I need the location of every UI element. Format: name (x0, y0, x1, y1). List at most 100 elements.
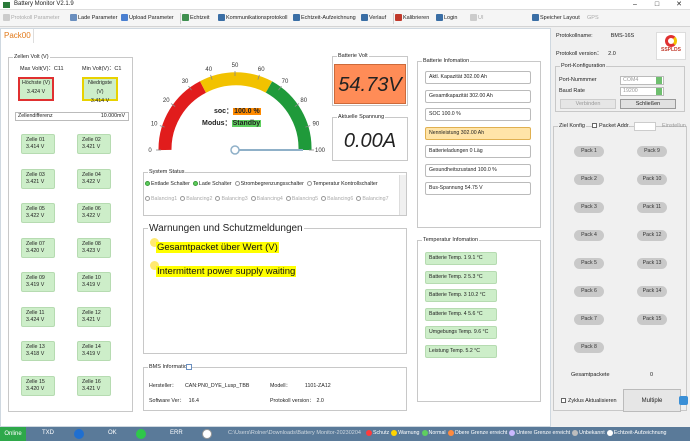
toolbar-upload-parameter[interactable]: Upload Parameter (121, 13, 174, 24)
pack-button[interactable]: Pack 12 (637, 230, 667, 241)
toolbar-gps[interactable]: GPS (587, 13, 599, 24)
cell-button: Zelle 08 3.423 V (77, 237, 111, 258)
status-off-icon (215, 196, 221, 202)
current-value: 0.00A (343, 130, 397, 152)
protocol-version-label: Protokoll version： (556, 51, 603, 57)
software-value: 16.4 (188, 398, 199, 404)
toolbar-echtzeit[interactable]: Echtzeit (182, 13, 210, 24)
baud-rate-label: Baud Rate (559, 88, 585, 94)
status-switch-label: Balancing5 (291, 196, 319, 202)
soc-row: soc：100.0 % (214, 106, 261, 116)
port-number-select[interactable]: COM4 (620, 76, 664, 85)
status-switch-label: Balancing1 (151, 196, 178, 202)
connect-button[interactable]: Verbinden (560, 99, 616, 109)
tab-pack00[interactable]: Pack00 (1, 29, 34, 43)
pack-button[interactable]: Pack 8 (574, 342, 604, 353)
cell-name: Zelle 13 (26, 344, 45, 350)
cell-name: Zelle 01 (26, 137, 45, 143)
calibrate-icon (395, 14, 402, 22)
cell-name: Zelle 10 (82, 275, 101, 281)
multiple-button[interactable]: Multiple (623, 389, 681, 412)
status-switch-label: Entlade Schalter (151, 181, 190, 187)
bms-info-edit-icon[interactable] (186, 364, 192, 370)
pack-button[interactable]: Pack 15 (637, 314, 667, 325)
toolbar-ui[interactable]: UI (470, 13, 484, 24)
cell-value: 3.423 V (82, 247, 101, 254)
current-title: Aktuelle Spannung (337, 114, 386, 120)
temperature-row: Batterie Temp. 1 9.1 °C (425, 252, 497, 265)
settings-button[interactable]: Einstellun (662, 123, 686, 129)
soc-label: soc： (214, 108, 234, 115)
toolbar-login[interactable]: Login (436, 13, 457, 24)
pack-button[interactable]: Pack 6 (574, 286, 604, 297)
pack-button[interactable]: Pack 13 (637, 258, 667, 269)
toolbar: Protokoll Parameter Lade Parameter Uploa… (0, 10, 690, 27)
toolbar-kalibrieren[interactable]: Kalibrieren (395, 13, 429, 24)
window-title: Battery Monitor V2.1.9 (14, 1, 74, 7)
cell-name: Zelle 06 (82, 206, 101, 212)
toolbar-verlauf[interactable]: Verlauf (361, 13, 386, 24)
legend-item: Schutz (366, 430, 389, 436)
modell-value: 1101-ZA12 (304, 383, 331, 389)
toolbar-lade-parameter[interactable]: Lade Parameter (70, 13, 117, 24)
cycle-update-checkbox[interactable]: Zyklus Aktualisieren (561, 398, 617, 404)
min-cell-value: 3.414 V (90, 98, 110, 104)
cell-value: 3.419 V (82, 351, 101, 357)
status-off-icon (180, 196, 186, 202)
ui-icon (470, 14, 477, 22)
status-off-icon (145, 196, 150, 202)
gauge-tick-label: 50 (232, 63, 239, 69)
pack-button[interactable]: Pack 10 (637, 174, 667, 185)
gauge-tick-label: 30 (182, 79, 189, 85)
battery-info-row: Batterieladungen 0 Läg (425, 145, 531, 158)
status-off-icon (321, 196, 327, 202)
pack-button[interactable]: Pack 1 (574, 146, 604, 157)
warning-item: Intermittent power supply waiting (156, 266, 297, 277)
protocol-version-value: 2.0 (608, 51, 616, 57)
cell-button: Zelle 16 3.421 V (77, 375, 111, 396)
pack-button[interactable]: Pack 11 (637, 202, 667, 213)
status-scrollbar[interactable] (399, 175, 406, 215)
bms-info-title: BMS Information (148, 364, 191, 370)
chevron-down-icon (656, 77, 662, 84)
pack-button[interactable]: Pack 14 (637, 286, 667, 297)
cell-difference-label: Zellendifferenz (18, 113, 53, 119)
cell-button: Zelle 01 3.414 V (21, 134, 55, 154)
maximize-button[interactable]: □ (646, 0, 668, 10)
gauge-tick-label: 90 (312, 122, 319, 128)
packet-addr-checkbox[interactable]: Packet Addr. (592, 123, 630, 129)
toolbar-echtzeit-aufzeichnung[interactable]: Echtzeit-Aufzeichnung (293, 13, 356, 24)
close-button[interactable]: ✕ (668, 0, 690, 10)
max-cell-name: Höchste (V) (22, 80, 50, 86)
packet-addr-input[interactable] (634, 122, 656, 131)
gauge-tick-label: 60 (258, 67, 265, 73)
record-icon (293, 14, 300, 22)
modus-label: Modus： (202, 120, 232, 127)
pack-button[interactable]: Pack 3 (574, 202, 604, 213)
toolbar-protokoll-parameter[interactable]: Protokoll Parameter (3, 13, 60, 24)
checkbox-icon (592, 123, 597, 129)
brand-name: SSPLDS (660, 47, 681, 53)
document-icon (70, 14, 77, 22)
voltage-value: 54.73V (334, 64, 406, 104)
pack-button[interactable]: Pack 2 (574, 174, 604, 185)
status-off-icon (234, 181, 240, 187)
toolbar-kommunikationsprotokoll[interactable]: Kommunikationsprotokoll (218, 13, 287, 24)
temperature-title: Temperatur Infomation (422, 237, 480, 243)
close-port-button[interactable]: Schließen (620, 99, 676, 109)
pack-button[interactable]: Pack 5 (574, 258, 604, 269)
scroll-arrow-icon[interactable] (679, 396, 688, 405)
battery-info-row: Bus-Spannung 54.75 V (425, 182, 531, 195)
legend-label: Untere Grenze erreicht (516, 430, 571, 437)
minimize-button[interactable]: – (624, 0, 646, 10)
pack-button[interactable]: Pack 4 (574, 230, 604, 241)
err-label: ERR (170, 430, 183, 436)
pack-button[interactable]: Pack 7 (574, 314, 604, 325)
status-bar: Online TXD OK ERR C:\Users\Rolner\Downlo… (0, 427, 690, 441)
cell-voltage-title: Zellen Volt (V) (13, 54, 50, 60)
cell-name: Zelle 11 (26, 309, 45, 316)
pack-button[interactable]: Pack 9 (637, 146, 667, 157)
toolbar-speicher-layout[interactable]: Speicher Layout (532, 13, 580, 24)
txd-indicator-icon (74, 429, 84, 439)
baud-rate-select[interactable]: 19200 (620, 87, 664, 96)
